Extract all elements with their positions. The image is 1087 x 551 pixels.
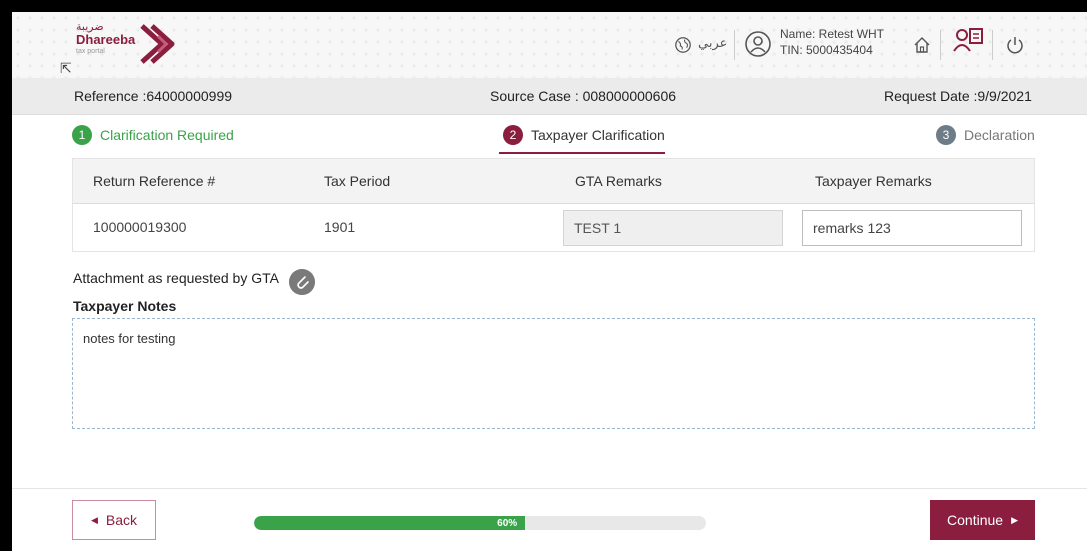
- step-label: Clarification Required: [100, 127, 234, 143]
- header-divider: [992, 30, 993, 60]
- app-window: ضريبة Dhareeba tax portal ⇱ عربي Name: R…: [12, 12, 1087, 551]
- step-declaration[interactable]: 3 Declaration: [936, 125, 1035, 145]
- taxpayer-notes-label: Taxpayer Notes: [73, 298, 177, 314]
- taxpayer-notes-textarea[interactable]: notes for testing: [72, 318, 1035, 429]
- gta-remarks-field: TEST 1: [563, 210, 783, 246]
- table-header: Return Reference # Tax Period GTA Remark…: [73, 159, 1034, 204]
- step-label: Declaration: [964, 127, 1035, 143]
- user-icon[interactable]: [744, 30, 772, 58]
- source-case-text: Source Case : 008000000606: [490, 88, 677, 104]
- taxpayer-remarks-input[interactable]: remarks 123: [802, 210, 1022, 246]
- back-button[interactable]: ◀ Back: [72, 500, 156, 540]
- progress-bar: 60%: [254, 516, 706, 530]
- column-header: GTA Remarks: [575, 173, 662, 189]
- continue-label: Continue: [947, 512, 1004, 528]
- language-toggle-link[interactable]: عربي: [698, 35, 727, 51]
- mouse-cursor-icon: ⇱: [60, 60, 72, 76]
- step-number: 1: [72, 125, 92, 145]
- active-step-indicator: [499, 152, 665, 154]
- logo-mark-icon: [140, 24, 175, 64]
- header-divider: [734, 30, 735, 60]
- footer-divider: [12, 488, 1087, 489]
- switch-user-icon[interactable]: [952, 25, 984, 57]
- continue-arrow-icon: ▶: [1011, 514, 1018, 525]
- column-header: Return Reference #: [93, 173, 216, 189]
- power-icon[interactable]: [1005, 35, 1025, 55]
- return-reference-cell: 100000019300: [93, 219, 187, 235]
- dhareeba-logo[interactable]: ضريبة Dhareeba tax portal: [68, 16, 188, 72]
- request-date-text: Request Date :9/9/2021: [884, 88, 1032, 104]
- globe-icon[interactable]: [674, 36, 692, 54]
- progress-fill: 60%: [254, 516, 526, 530]
- step-number: 2: [503, 125, 523, 145]
- user-tin-text: TIN: 5000435404: [780, 43, 873, 57]
- user-name-text: Name: Retest WHT: [780, 27, 885, 41]
- home-icon[interactable]: [912, 35, 932, 55]
- user-info: Name: Retest WHT TIN: 5000435404: [780, 26, 884, 58]
- returns-table: Return Reference # Tax Period GTA Remark…: [72, 158, 1035, 252]
- reference-text: Reference :64000000999: [74, 88, 233, 104]
- progress-label: 60%: [497, 517, 518, 529]
- top-header: ضريبة Dhareeba tax portal ⇱ عربي Name: R…: [12, 12, 1087, 78]
- tax-period-cell: 1901: [324, 219, 356, 235]
- header-divider: [940, 30, 941, 60]
- step-number: 3: [936, 125, 956, 145]
- case-info-bar: Reference :64000000999 Source Case : 008…: [12, 78, 1087, 115]
- step-taxpayer-clarification[interactable]: 2 Taxpayer Clarification: [503, 125, 665, 145]
- paperclip-icon[interactable]: [289, 269, 315, 295]
- step-label: Taxpayer Clarification: [531, 127, 665, 143]
- attachment-label: Attachment as requested by GTA: [73, 270, 279, 286]
- step-clarification-required[interactable]: 1 Clarification Required: [72, 125, 234, 145]
- back-label: Back: [105, 512, 138, 528]
- column-header: Tax Period: [324, 173, 391, 189]
- logo-subtitle: tax portal: [76, 48, 105, 55]
- back-arrow-icon: ◀: [90, 514, 98, 525]
- continue-button[interactable]: Continue ▶: [930, 500, 1035, 540]
- logo-name: Dhareeba: [76, 32, 136, 47]
- column-header: Taxpayer Remarks: [815, 173, 932, 189]
- stepper: 1 Clarification Required 2 Taxpayer Clar…: [12, 116, 1087, 154]
